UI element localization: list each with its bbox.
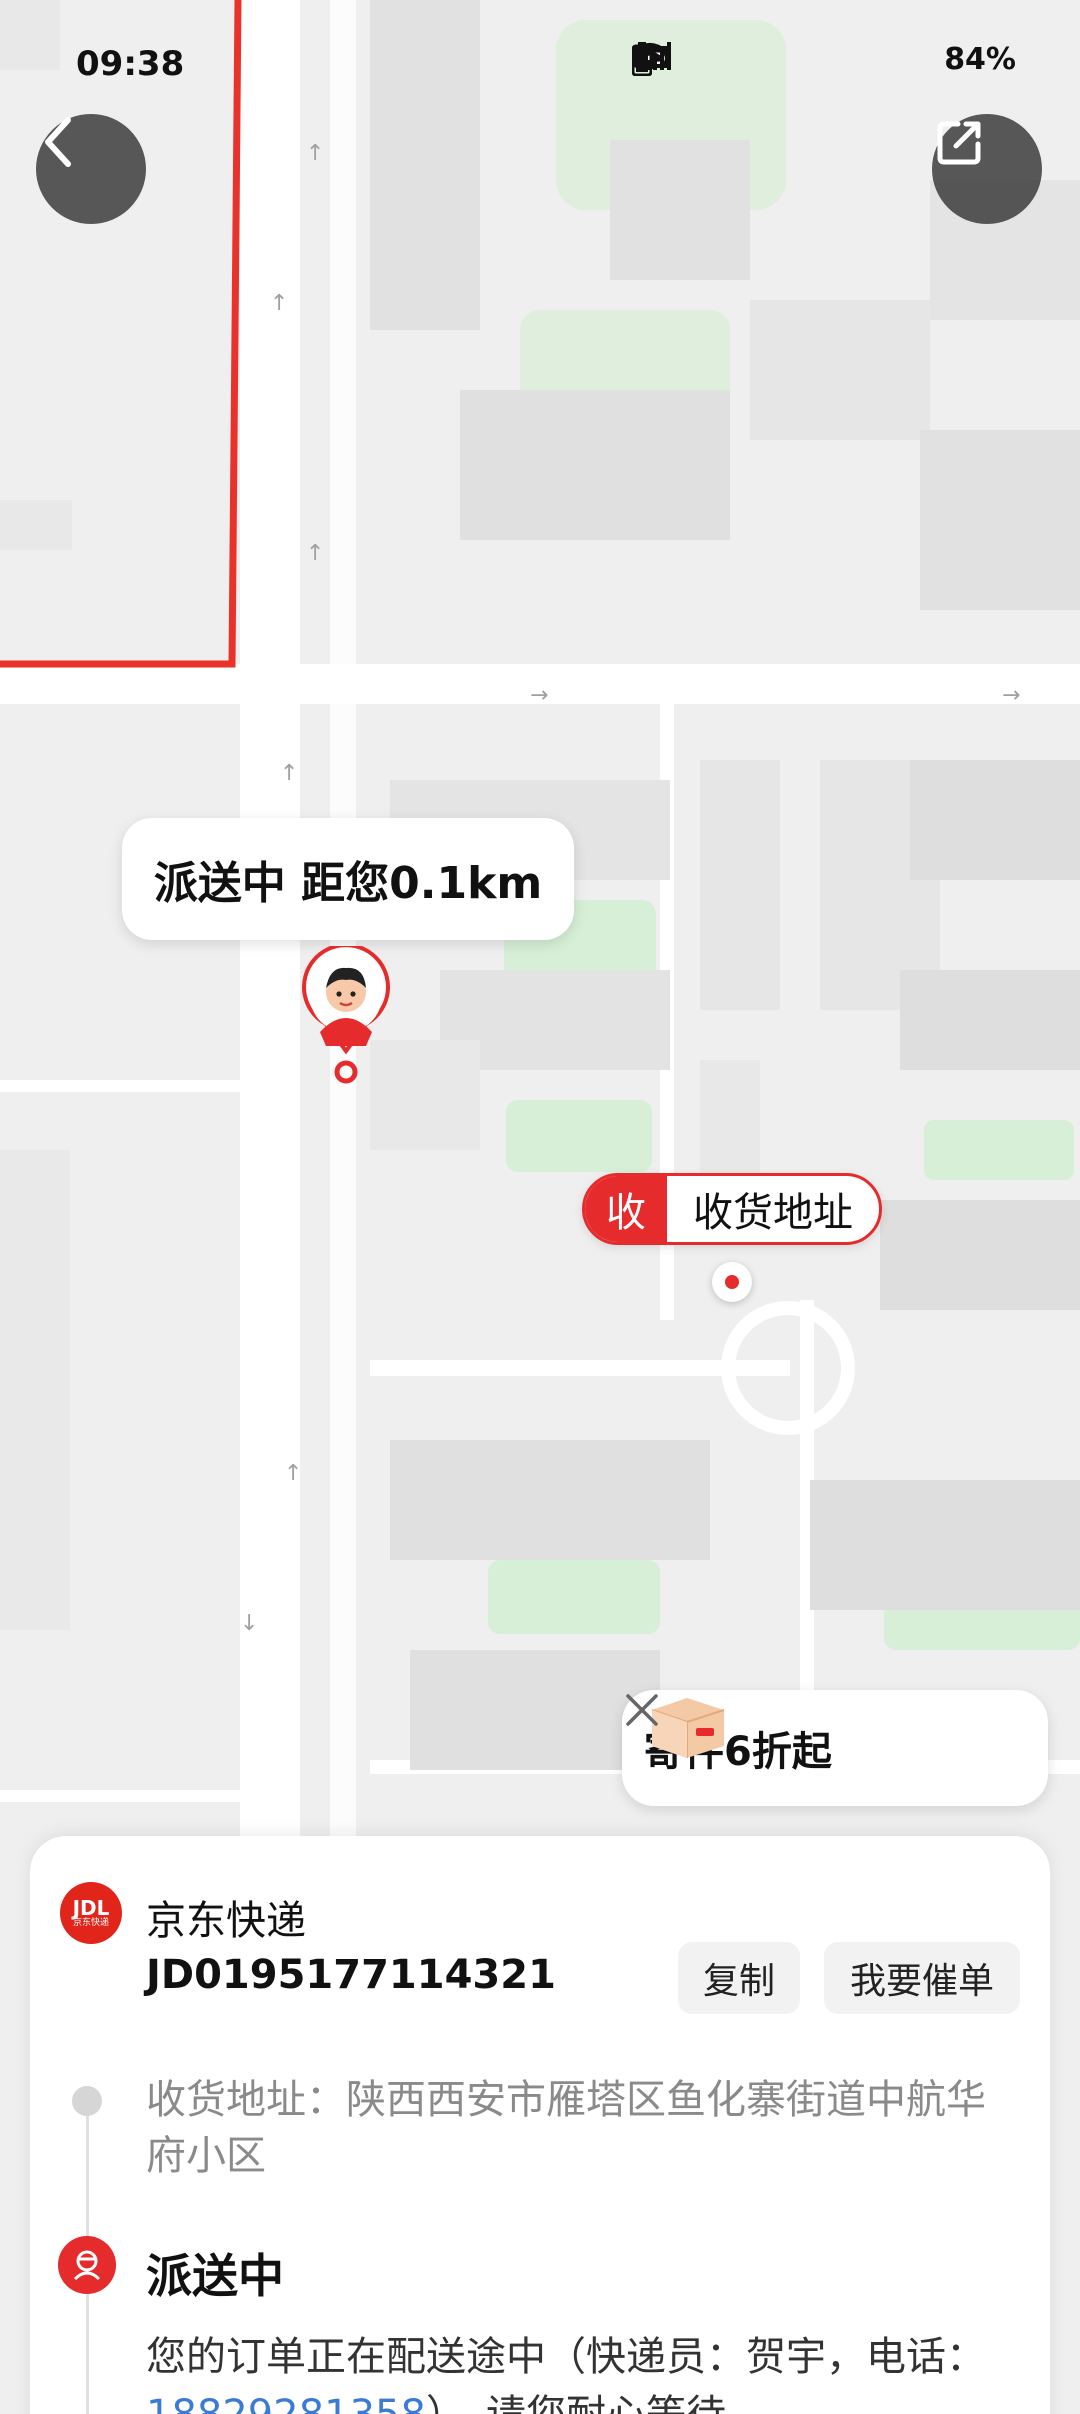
status-icons: HD 5G 4G 84%: [632, 42, 1016, 77]
status-bar: 09:38 HD 5G 4G 84%: [0, 0, 1080, 130]
chevron-left-icon: [45, 117, 71, 167]
svg-text:↑: ↑: [306, 141, 324, 166]
svg-text:→: →: [530, 683, 548, 708]
svg-text:↑: ↑: [280, 761, 298, 786]
share-button[interactable]: [932, 114, 1042, 224]
status-time: 09:38: [76, 44, 185, 84]
shipping-promo-banner[interactable]: 寄件6折起: [622, 1690, 1048, 1806]
carrier-name: 京东快递: [146, 1898, 306, 1944]
delivery-address: 收货地址：陕西西安市雁塔区鱼化寨街道中航华府小区: [146, 2077, 986, 2179]
svg-text:→: →: [1002, 683, 1020, 708]
courier-marker[interactable]: [296, 946, 396, 1086]
address-location-dot: [712, 1262, 752, 1302]
delivery-address-marker[interactable]: 收 收货地址: [582, 1173, 882, 1245]
back-button[interactable]: [36, 114, 146, 224]
hd-icon: HD: [633, 43, 718, 77]
timeline-dot: [72, 2086, 102, 2116]
svg-text:↑: ↑: [270, 291, 288, 316]
svg-text:↓: ↓: [240, 1611, 258, 1636]
urge-delivery-button[interactable]: 我要催单: [824, 1942, 1020, 2014]
signal-4g-icon: 4G: [632, 42, 874, 77]
address-marker-label: 收货地址: [693, 1190, 853, 1236]
signal-5g-icon: 5G: [632, 42, 822, 77]
share-icon: [937, 121, 981, 165]
battery-level: 84%: [944, 42, 1016, 77]
address-tag: 收: [585, 1176, 667, 1242]
tracking-number: JD0195177114321: [146, 1952, 556, 1998]
courier-phone-link[interactable]: 18829281358: [146, 2392, 426, 2414]
battery-icon: [632, 42, 926, 77]
wifi-icon: [632, 43, 770, 77]
courier-distance-bubble: 派送中 距您0.1km: [122, 818, 574, 940]
delivery-status-title: 派送中: [146, 2249, 284, 2303]
order-detail-card: JDL 京东快递 京东快递 JD0195177114321 复制 我要催单 收货…: [30, 1836, 1050, 2414]
svg-text:↑: ↑: [306, 541, 324, 566]
jd-logistics-logo: JDL 京东快递: [60, 1882, 122, 1944]
courier-status-icon: [58, 2236, 116, 2294]
svg-text:↑: ↑: [284, 1461, 302, 1486]
close-icon[interactable]: [622, 1690, 662, 1730]
copy-button[interactable]: 复制: [678, 1942, 800, 2014]
delivery-status-description: 您的订单正在配送途中（快递员：贺宇，电话：18829281358），请您耐心等待…: [146, 2328, 1026, 2414]
